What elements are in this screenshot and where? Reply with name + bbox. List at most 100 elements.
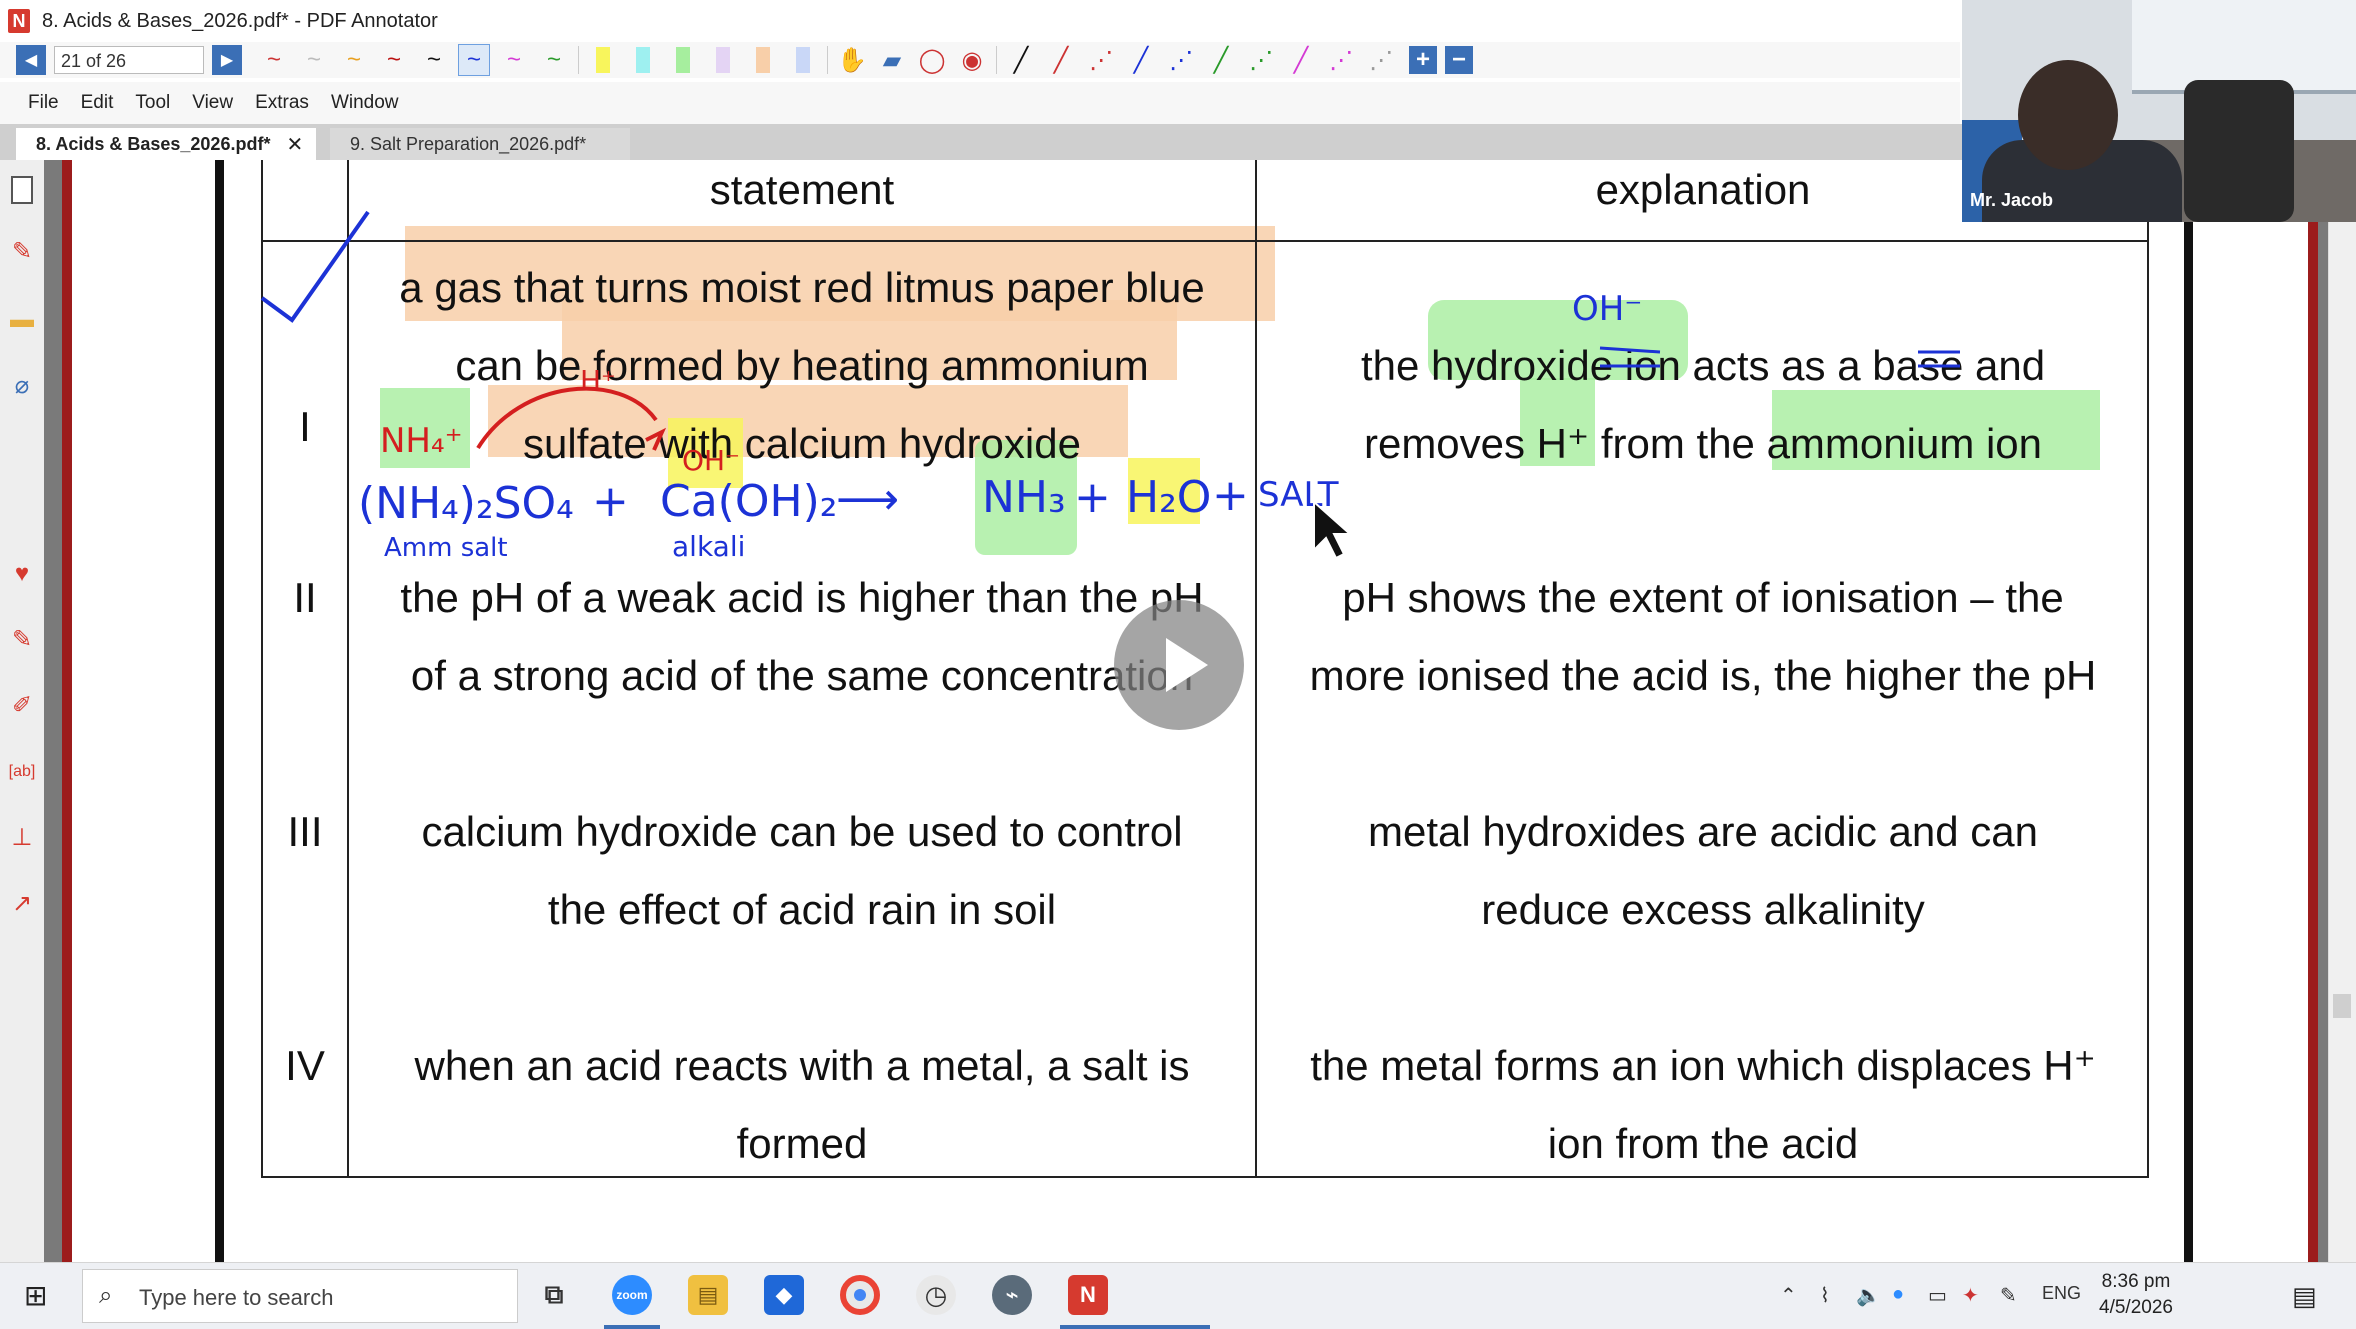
line-blue-icon[interactable]: ╱	[1125, 44, 1157, 76]
page-margin-left	[72, 160, 217, 1262]
record-icon[interactable]: ◉	[956, 44, 988, 76]
pencil-icon[interactable]: ✎	[8, 626, 36, 654]
row4-statement-line1: when an acid reacts with a metal, a salt…	[414, 1042, 1190, 1089]
battery-icon[interactable]: ▭	[1928, 1283, 1947, 1308]
pdf-annotator-app-icon: N	[8, 9, 30, 33]
folder-icon[interactable]: ▬	[8, 306, 36, 334]
stamp-icon[interactable]: ⊥	[8, 824, 36, 852]
pen-red-icon[interactable]: ~	[258, 44, 290, 76]
network-icon[interactable]: ⌇	[1820, 1283, 1830, 1308]
menu-bar: File Edit Tool View Extras Window	[0, 82, 1960, 125]
menu-extras[interactable]: Extras	[255, 92, 309, 114]
zoom-tray-icon[interactable]: ●	[1892, 1283, 1904, 1306]
speaker-icon[interactable]: 🔈	[1856, 1283, 1881, 1308]
arrow-tool-icon[interactable]: ↗	[8, 890, 36, 918]
zoom-active-indicator	[604, 1325, 660, 1329]
close-tab-icon[interactable]: ✕	[286, 132, 303, 157]
dashed-line-blue-icon[interactable]: ⋰	[1165, 44, 1197, 76]
pen-light-icon[interactable]: ~	[298, 44, 330, 76]
file-explorer-icon[interactable]: ▤	[688, 1275, 728, 1315]
highlighter-icon[interactable]: ✐	[8, 692, 36, 720]
row1-explanation-line2: removes H⁺ from the ammonium ion	[1363, 420, 2043, 467]
line-magenta-icon[interactable]: ╱	[1285, 44, 1317, 76]
row3-explanation-line1: metal hydroxides are acidic and can	[1367, 808, 2039, 855]
toolbar-separator	[578, 46, 579, 74]
row4-explanation-line1: the metal forms an ion which displaces H…	[1310, 1042, 2096, 1089]
windows-start-icon[interactable]: ⊞	[24, 1281, 54, 1311]
favorites-heart-icon[interactable]: ♥	[8, 560, 36, 588]
highlighter-cyan-icon[interactable]	[627, 44, 659, 76]
clock-app-icon[interactable]: ◷	[916, 1275, 956, 1315]
clock-time[interactable]: 8:36 pm	[2086, 1271, 2186, 1293]
menu-file[interactable]: File	[28, 92, 59, 114]
pdf-annotator-active-indicator	[1060, 1325, 1210, 1329]
clock-date[interactable]: 4/5/2026	[2086, 1297, 2186, 1319]
page-margin-right	[2193, 160, 2308, 1262]
system-tray: ⌃ ⌇ 🔈 ● ▭ ✦ ✎ ENG	[1772, 1263, 2292, 1329]
tab-acids-bases[interactable]: 8. Acids & Bases_2026.pdf* ✕	[16, 128, 316, 160]
pen-blue-icon[interactable]: ~	[458, 44, 490, 76]
line-green-icon[interactable]: ╱	[1205, 44, 1237, 76]
page-thumbnail-icon[interactable]	[8, 176, 36, 204]
highlighter-yellow-icon[interactable]	[587, 44, 619, 76]
pen-green-icon[interactable]: ~	[538, 44, 570, 76]
window-title: 8. Acids & Bases_2026.pdf* - PDF Annotat…	[42, 9, 438, 32]
lasso-icon[interactable]: ◯	[916, 44, 948, 76]
menu-edit[interactable]: Edit	[81, 92, 114, 114]
line-black-icon[interactable]: ╱	[1005, 44, 1037, 76]
zoom-app-icon[interactable]: zoom	[612, 1275, 652, 1315]
page-border-left	[62, 160, 72, 1262]
taskbar-search-box[interactable]: ⌕ Type here to search	[82, 1269, 518, 1323]
scrollbar-thumb[interactable]	[2333, 994, 2351, 1018]
row3-explanation-line2: reduce excess alkalinity	[1481, 886, 1925, 933]
zoom-in-button[interactable]: +	[1409, 46, 1437, 74]
hand-icon[interactable]: ✋	[836, 44, 868, 76]
task-view-icon[interactable]: ⧉	[534, 1275, 574, 1315]
pen-magenta-icon[interactable]: ~	[498, 44, 530, 76]
row4-statement-line2: formed	[736, 1120, 868, 1167]
eraser-icon[interactable]: ▰	[876, 44, 908, 76]
app-icon-globe[interactable]: ⌁	[992, 1275, 1032, 1315]
pen-orange-icon[interactable]: ~	[338, 44, 370, 76]
pen-tray-icon[interactable]: ✎	[2000, 1283, 2017, 1308]
vertical-scrollbar[interactable]	[2328, 160, 2356, 1262]
page-number-field[interactable]: 21 of 26	[54, 46, 204, 74]
highlighter-green-icon[interactable]	[667, 44, 699, 76]
dashed-line-gray-icon[interactable]: ⋰	[1365, 44, 1397, 76]
row3-statement-line2: the effect of acid rain in soil	[547, 886, 1057, 933]
toolbar-separator	[996, 46, 997, 74]
row1-statement-line1: a gas that turns moist red litmus paper …	[399, 264, 1205, 311]
dropbox-icon[interactable]: ◆	[764, 1275, 804, 1315]
video-play-button[interactable]	[1114, 600, 1244, 730]
app-tray-icon[interactable]: ✦	[1962, 1283, 1979, 1308]
dashed-line-magenta-icon[interactable]: ⋰	[1325, 44, 1357, 76]
row2-explanation-line1: pH shows the extent of ionisation – the	[1342, 574, 2064, 621]
pdf-annotator-taskbar-icon[interactable]: N	[1068, 1275, 1108, 1315]
highlighter-lavender-icon[interactable]	[707, 44, 739, 76]
zoom-out-button[interactable]: −	[1445, 46, 1473, 74]
next-page-button[interactable]: ▶	[212, 45, 242, 75]
chrome-icon[interactable]	[840, 1275, 880, 1315]
pen-tool-icon[interactable]: ✎	[8, 238, 36, 266]
language-indicator[interactable]: ENG	[2042, 1283, 2081, 1304]
text-box-icon[interactable]: [ab]	[8, 758, 36, 786]
highlighter-orange-icon[interactable]	[747, 44, 779, 76]
menu-window[interactable]: Window	[331, 92, 399, 114]
search-placeholder: Type here to search	[139, 1285, 334, 1310]
previous-page-button[interactable]: ◀	[16, 45, 46, 75]
row1-statement-line2: can be formed by heating ammonium	[455, 342, 1149, 389]
menu-view[interactable]: View	[192, 92, 233, 114]
notification-icon[interactable]: ▤	[2292, 1281, 2317, 1312]
menu-tool[interactable]: Tool	[135, 92, 170, 114]
slide-edge-right	[2184, 160, 2193, 1262]
chevron-up-icon[interactable]: ⌃	[1780, 1283, 1797, 1308]
webcam-person-head	[2018, 60, 2118, 170]
highlighter-blue-icon[interactable]	[787, 44, 819, 76]
pen-black-icon[interactable]: ~	[418, 44, 450, 76]
dashed-line-red-icon[interactable]: ⋰	[1085, 44, 1117, 76]
line-red-icon[interactable]: ╱	[1045, 44, 1077, 76]
attachment-icon[interactable]: ⌀	[8, 372, 36, 400]
pen-darkred-icon[interactable]: ~	[378, 44, 410, 76]
dashed-line-green-icon[interactable]: ⋰	[1245, 44, 1277, 76]
tab-salt-preparation[interactable]: 9. Salt Preparation_2026.pdf*	[330, 128, 630, 160]
